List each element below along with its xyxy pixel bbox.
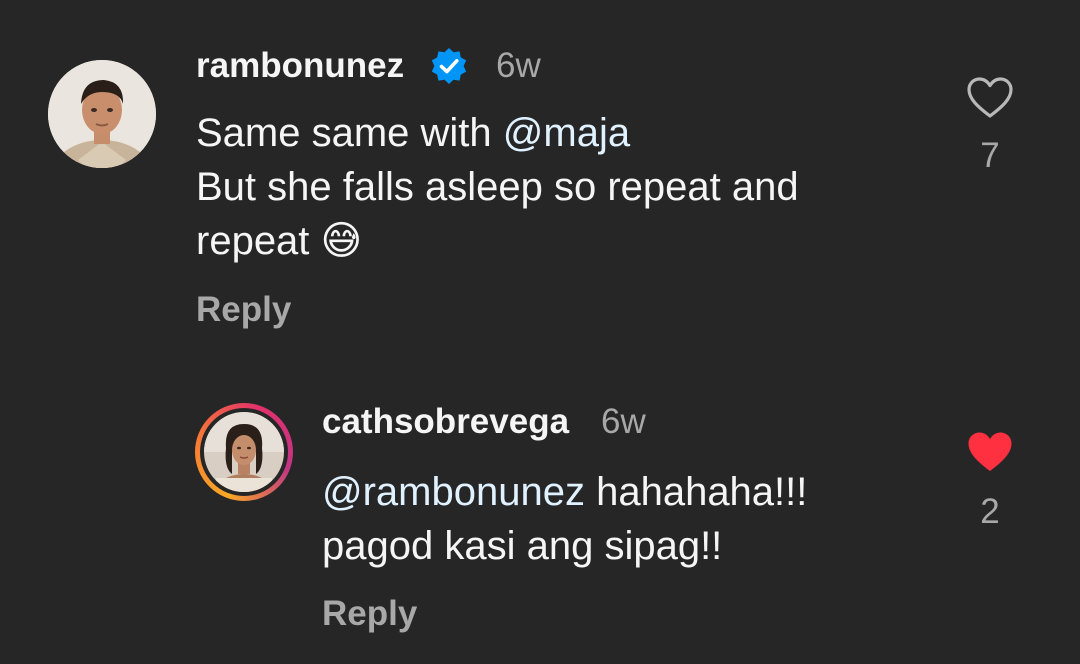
comment-text-suffix: hahahaha!!! <box>584 470 808 514</box>
comment-text-prefix: Same same with <box>196 111 503 155</box>
comment-line-3: repeat 😅 <box>196 214 799 268</box>
comment-line-2: pagod kasi ang sipag!! <box>322 524 723 568</box>
avatar-cathsobrevega <box>204 412 284 492</box>
comment-text: Same same with @maja But she falls aslee… <box>196 106 799 268</box>
like-count: 7 <box>980 136 1000 175</box>
sweat-smile-emoji: 😅 <box>320 218 363 264</box>
comment-cathsobrevega: cathsobrevega 6w @rambonunez hahahaha!!!… <box>0 380 1080 664</box>
reply-button[interactable]: Reply <box>196 292 291 327</box>
avatar-story-ring[interactable] <box>195 403 293 501</box>
profile-photo-icon <box>48 60 156 168</box>
avatar-rambonunez[interactable] <box>48 60 156 168</box>
comment-line-1: @rambonunez hahahaha!!! <box>322 465 807 519</box>
comment-username[interactable]: rambonunez <box>196 48 404 83</box>
heart-outline-icon[interactable] <box>966 76 1014 120</box>
reply-button[interactable]: Reply <box>322 596 417 631</box>
mention-link[interactable]: @rambonunez <box>322 470 585 514</box>
mention-link[interactable]: @maja <box>503 111 630 155</box>
comment-line-3-text: repeat <box>196 219 310 263</box>
heart-filled-icon[interactable] <box>966 430 1014 474</box>
comment-line-1: Same same with @maja <box>196 106 799 160</box>
profile-photo-icon <box>204 412 284 492</box>
verified-badge-icon <box>431 48 467 84</box>
comment-text: @rambonunez hahahaha!!! pagod kasi ang s… <box>322 465 807 573</box>
comment-line-2: But she falls asleep so repeat and <box>196 165 799 209</box>
comment-rambonunez: rambonunez 6w Same same with @maja But s… <box>0 0 1080 340</box>
comment-timestamp: 6w <box>601 402 646 441</box>
like-count: 2 <box>980 492 1000 531</box>
comment-username[interactable]: cathsobrevega <box>322 404 569 439</box>
comment-timestamp: 6w <box>496 46 541 85</box>
